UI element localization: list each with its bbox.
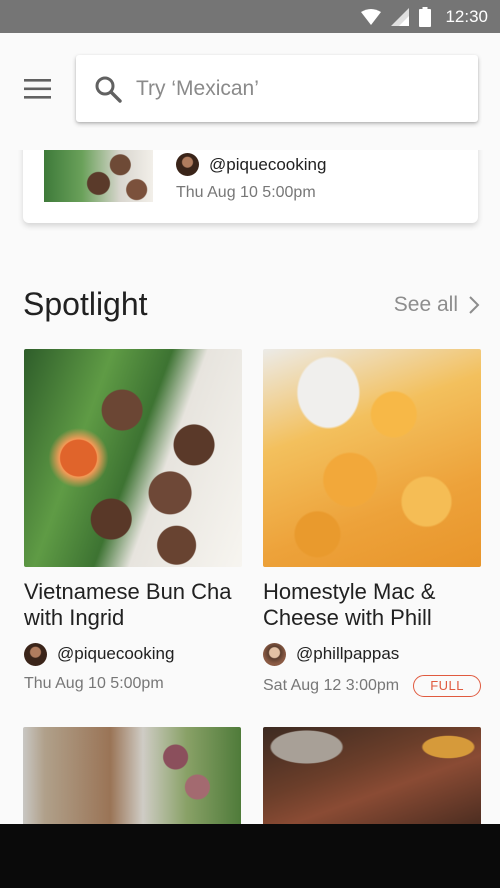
recipe-date-row: Sat Aug 12 3:00pm FULL bbox=[263, 675, 481, 697]
chevron-right-icon bbox=[468, 295, 480, 315]
author-handle: @piquecooking bbox=[57, 644, 175, 663]
recipe-author: @phillpappas bbox=[263, 642, 481, 666]
battery-icon bbox=[419, 6, 432, 27]
recipe-card[interactable] bbox=[23, 727, 241, 827]
see-all-label: See all bbox=[393, 293, 458, 316]
avatar bbox=[176, 153, 199, 176]
search-icon bbox=[94, 75, 122, 103]
see-all-link[interactable]: See all bbox=[394, 293, 480, 317]
signal-icon bbox=[391, 7, 410, 26]
system-navigation-bar bbox=[0, 824, 500, 888]
recipe-card[interactable]: Homestyle Mac & Cheese with Phill @phill… bbox=[263, 349, 481, 697]
recipe-image bbox=[23, 727, 241, 827]
author-handle: @piquecooking bbox=[209, 154, 327, 174]
status-time: 12:30 bbox=[445, 6, 488, 26]
recipe-image bbox=[24, 349, 242, 567]
recipe-title: Vietnamese Bun Cha with Ingrid bbox=[24, 579, 232, 630]
event-date: Thu Aug 10 5:00pm bbox=[24, 675, 164, 692]
featured-author: @piquecooking bbox=[176, 153, 326, 176]
status-bar: 12:30 bbox=[0, 0, 500, 33]
event-date: Thu Aug 10 5:00pm bbox=[176, 184, 316, 201]
author-handle: @phillpappas bbox=[296, 644, 400, 663]
recipe-title: Homestyle Mac & Cheese with Phill bbox=[263, 579, 436, 630]
recipe-image bbox=[263, 727, 481, 827]
wifi-icon bbox=[361, 8, 382, 25]
event-date: Sat Aug 12 3:00pm bbox=[263, 677, 400, 694]
section-title: Spotlight bbox=[23, 286, 148, 322]
menu-icon[interactable] bbox=[24, 76, 52, 102]
avatar bbox=[263, 642, 286, 666]
search-input[interactable] bbox=[136, 76, 456, 101]
search-bar[interactable] bbox=[76, 55, 478, 122]
recipe-author: @piquecooking bbox=[24, 642, 242, 666]
recipe-card[interactable]: Vietnamese Bun Cha with Ingrid @piquecoo… bbox=[24, 349, 242, 693]
recipe-card[interactable] bbox=[263, 727, 481, 827]
full-badge: FULL bbox=[413, 675, 481, 697]
recipe-image bbox=[263, 349, 481, 567]
avatar bbox=[24, 642, 47, 666]
recipe-date-row: Thu Aug 10 5:00pm bbox=[24, 675, 242, 693]
